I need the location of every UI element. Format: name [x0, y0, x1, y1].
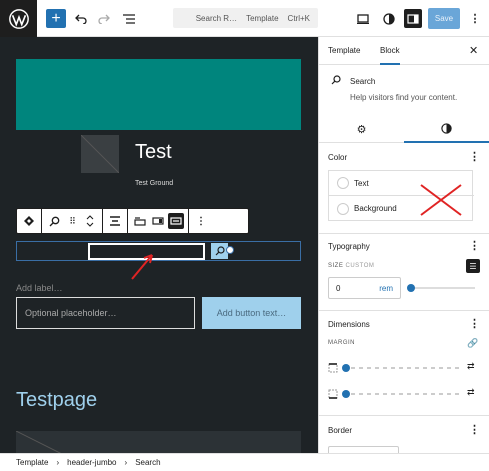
typography-panel-title: Typography	[328, 242, 370, 251]
margin-bottom-settings-icon[interactable]: ⇄	[467, 387, 475, 398]
breadcrumb-separator: ›	[56, 458, 60, 467]
color-options-kebab-icon[interactable]: ⋮	[469, 150, 480, 163]
site-logo-placeholder[interactable]	[81, 135, 119, 173]
border-panel-title: Border	[328, 426, 353, 435]
custom-size-toggle-icon[interactable]: ☰	[466, 259, 480, 273]
align-center-icon[interactable]	[107, 213, 123, 229]
styles-icon	[441, 122, 452, 134]
margin-bottom-icon	[328, 389, 338, 401]
command-palette-button[interactable]: Search R… Template Ctrl+K	[173, 8, 318, 28]
font-size-unit[interactable]: rem	[379, 284, 393, 293]
font-size-slider[interactable]	[410, 287, 475, 289]
breadcrumb-separator: ›	[124, 458, 128, 467]
resize-handle[interactable]	[226, 246, 234, 254]
use-button-icon[interactable]	[168, 213, 184, 229]
tab-template[interactable]: Template	[328, 46, 360, 55]
sidebar-tabs: Template Block ✕	[319, 37, 489, 65]
breadcrumb-item[interactable]: Search	[135, 458, 160, 467]
block-card-description: Help visitors find your content.	[350, 93, 458, 102]
font-size-value: 0	[336, 283, 341, 293]
divider	[319, 310, 489, 311]
block-options-kebab-icon[interactable]: ⋮	[193, 213, 209, 229]
block-card-title: Search	[350, 77, 376, 86]
divider	[319, 415, 489, 416]
search-icon	[331, 75, 341, 88]
search-button-text[interactable]: Add button text…	[202, 297, 301, 329]
settings-styles-tabs: ⚙	[319, 115, 489, 143]
border-options-kebab-icon[interactable]: ⋮	[469, 423, 480, 436]
editor-top-bar: + Search R… Template Ctrl+K Save ⋮	[0, 0, 489, 37]
tab-settings[interactable]: ⚙	[319, 115, 404, 143]
styles-icon[interactable]	[380, 9, 398, 28]
dimensions-panel-title: Dimensions	[328, 320, 370, 329]
settings-sidebar: Template Block ✕ Search Help visitors fi…	[318, 37, 489, 453]
redo-icon[interactable]	[96, 9, 112, 28]
cover-block[interactable]	[16, 59, 301, 130]
margin-top-slider-knob[interactable]	[342, 364, 350, 372]
search-label-placeholder[interactable]: Add label…	[16, 283, 63, 293]
margin-top-icon	[328, 363, 338, 375]
undo-icon[interactable]	[73, 9, 89, 28]
options-kebab-icon[interactable]: ⋮	[468, 9, 482, 28]
move-up-down-icon[interactable]	[82, 213, 98, 229]
block-toolbar: ⠿ ⋮	[16, 208, 249, 234]
save-button[interactable]: Save	[428, 8, 460, 29]
block-breadcrumb: Template › header-jumbo › Search	[0, 453, 489, 471]
search-icon[interactable]	[46, 213, 62, 229]
breadcrumb-item[interactable]: header-jumbo	[67, 458, 116, 467]
typography-options-kebab-icon[interactable]: ⋮	[469, 239, 480, 252]
annotation-cross	[420, 184, 462, 216]
font-size-input[interactable]: 0 rem	[328, 277, 401, 299]
margin-bottom-slider-knob[interactable]	[342, 390, 350, 398]
page-title[interactable]: Testpage	[16, 389, 97, 412]
block-toolbar-group	[128, 209, 189, 233]
margin-bottom-slider[interactable]	[343, 393, 463, 395]
color-text-label: Text	[354, 178, 369, 188]
breadcrumb-item[interactable]: Template	[16, 458, 48, 467]
featured-image-placeholder[interactable]	[16, 431, 301, 453]
keyboard-shortcut-label: Ctrl+K	[287, 13, 310, 23]
font-size-slider-knob[interactable]	[407, 284, 415, 292]
color-panel-title: Color	[328, 153, 348, 162]
block-toolbar-group: ⠿	[42, 209, 103, 233]
margin-label: MARGIN	[328, 340, 355, 346]
document-overview-icon[interactable]	[121, 9, 137, 28]
color-background-label: Background	[354, 204, 397, 213]
font-size-label: SIZE CUSTOM	[328, 263, 375, 269]
settings-panel-icon[interactable]	[404, 9, 422, 28]
link-sides-icon[interactable]: 🔗	[467, 338, 478, 349]
block-type-icon[interactable]	[21, 213, 37, 229]
toggle-label-icon[interactable]	[132, 213, 148, 229]
color-swatch	[337, 177, 349, 189]
dimensions-options-kebab-icon[interactable]: ⋮	[469, 317, 480, 330]
border-width-input[interactable]	[328, 446, 399, 453]
color-swatch	[337, 202, 349, 215]
margin-top-settings-icon[interactable]: ⇄	[467, 361, 475, 372]
view-desktop-icon[interactable]	[354, 9, 372, 28]
site-tagline[interactable]: Test Ground	[135, 180, 173, 187]
margin-top-slider[interactable]	[343, 367, 463, 369]
block-toolbar-group	[103, 209, 128, 233]
command-search-label: Search R…	[195, 13, 238, 23]
drag-handle-icon[interactable]: ⠿	[64, 213, 80, 229]
annotation-arrow	[131, 254, 153, 280]
block-toolbar-group	[17, 209, 42, 233]
search-placeholder-field[interactable]: Optional placeholder…	[16, 297, 195, 329]
gear-icon: ⚙	[356, 123, 367, 136]
command-template-label: Template	[246, 13, 279, 23]
add-block-button[interactable]: +	[46, 9, 66, 28]
button-position-icon[interactable]	[150, 213, 166, 229]
wordpress-logo-icon[interactable]	[0, 0, 37, 37]
divider	[319, 233, 489, 234]
tab-block[interactable]: Block	[380, 46, 400, 65]
close-icon[interactable]: ✕	[469, 44, 478, 57]
editor-canvas: Test Test Ground ⠿ ⋮ Add label… Optional…	[0, 37, 318, 453]
site-title[interactable]: Test	[135, 141, 172, 164]
block-toolbar-group: ⋮	[189, 209, 213, 233]
tab-styles[interactable]	[404, 115, 489, 143]
